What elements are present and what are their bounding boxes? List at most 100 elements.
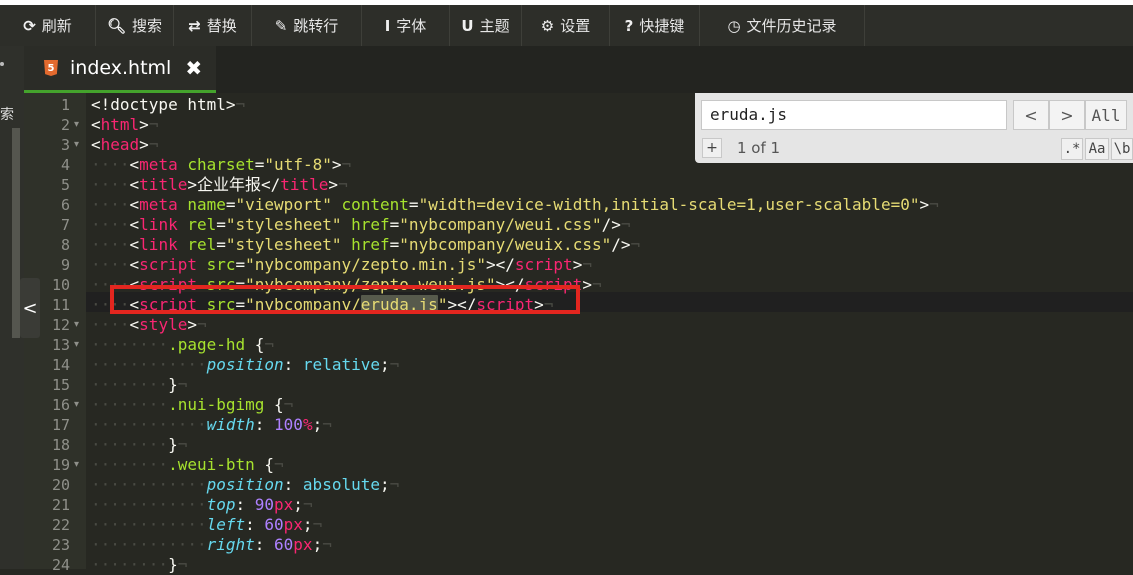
indent-whitespace: ···· <box>91 215 130 234</box>
code-token: : <box>283 475 303 494</box>
toggle-replace-button[interactable]: + <box>702 138 722 158</box>
eol-marker: ¬ <box>264 335 275 354</box>
line-number: 5 <box>60 176 70 194</box>
code-line: ····<style>¬ <box>91 315 207 335</box>
code-token: > <box>187 315 197 334</box>
panel-dot <box>0 62 4 66</box>
toolbar-button-magnet[interactable]: U 主题 <box>450 5 522 46</box>
eol-marker: ¬ <box>235 95 246 114</box>
indent-whitespace: ···· <box>91 235 130 254</box>
panel-scrollbar[interactable] <box>12 128 20 338</box>
code-token: href <box>351 215 390 234</box>
code-token: > <box>328 175 339 194</box>
fold-arrow-icon[interactable]: ▾ <box>74 135 79 155</box>
case-sensitive-toggle[interactable]: Aa <box>1085 138 1109 160</box>
code-token: < <box>129 215 140 234</box>
code-token: .nui-bgimg <box>168 395 265 414</box>
search-all-button[interactable]: All <box>1085 100 1127 130</box>
indent-whitespace: ···· <box>91 315 130 334</box>
code-token: : <box>283 355 303 374</box>
help-icon: ? <box>624 16 634 35</box>
fold-arrow-icon[interactable]: ▾ <box>74 315 79 335</box>
line-number: 16 <box>51 396 70 414</box>
toolbar-label: 刷新 <box>41 17 72 35</box>
line-number: 3 <box>60 136 70 154</box>
code-token: "nybcompany/weuix.css" <box>399 235 612 254</box>
clock-icon: ◷ <box>727 16 741 35</box>
fold-arrow-icon[interactable]: ▾ <box>74 455 79 475</box>
code-token: .weui-btn <box>168 455 255 474</box>
code-editor[interactable]: <!doctype html>¬ <html>¬ <head>¬ ····<meta … <box>91 93 1133 574</box>
toolbar-button-gear[interactable]: ⚙ 设置 <box>522 5 610 46</box>
tab-index-html[interactable]: 5 index.html ✖ <box>24 46 216 93</box>
code-line: ········}¬ <box>91 375 187 395</box>
close-tab-icon[interactable]: ✖ <box>185 56 202 80</box>
code-line: ····<link rel="stylesheet" href="nybcomp… <box>91 235 640 255</box>
fold-arrow-icon[interactable]: ▾ <box>74 335 79 355</box>
code-token: : <box>245 515 265 534</box>
code-token: ; <box>312 535 323 554</box>
fold-arrow-icon[interactable]: ▾ <box>74 115 79 135</box>
eol-marker: ¬ <box>274 455 284 474</box>
code-token: right <box>206 535 255 554</box>
code-token: relative <box>302 355 380 374</box>
code-token: = <box>235 255 246 274</box>
code-line: ····<meta name="viewport" content="width… <box>91 195 939 215</box>
indent-whitespace: ········ <box>91 455 169 474</box>
eol-marker: ¬ <box>322 415 332 434</box>
search-input[interactable]: eruda.js <box>701 100 1007 130</box>
whole-word-toggle[interactable]: \b <box>1111 138 1133 160</box>
eol-marker: ¬ <box>177 555 188 574</box>
code-token: { <box>245 335 265 354</box>
code-token: : <box>254 535 275 554</box>
code-token: = <box>225 195 236 214</box>
eol-marker: ¬ <box>148 135 159 154</box>
search-prev-button[interactable]: < <box>1013 100 1049 130</box>
code-line: ············top: 90px;¬ <box>91 495 313 515</box>
line-number: 19 <box>51 456 70 474</box>
code-token: width <box>206 415 255 434</box>
eol-marker: ¬ <box>341 155 352 174</box>
eol-marker: ¬ <box>582 255 592 274</box>
code-token: position <box>206 355 284 374</box>
eol-marker: ¬ <box>322 535 332 554</box>
code-token: html <box>100 115 140 134</box>
toolbar-label: 设置 <box>560 17 591 35</box>
eol-marker: ¬ <box>929 195 939 214</box>
code-line: ········}¬ <box>91 555 187 575</box>
code-token: "stylesheet" <box>225 215 342 234</box>
code-token: < <box>129 155 140 174</box>
search-next-button[interactable]: > <box>1049 100 1085 130</box>
code-token: { <box>254 455 275 474</box>
toolbar-button-refresh[interactable]: ⟳ 刷新 <box>0 5 96 46</box>
toolbar: ⟳ 刷新 🔍︎ 搜索 ⇄ 替换 ✎ 跳转行 I 字体 U 主题 ⚙ 设置? 快捷键 ◷ 文件历史记录 <box>0 0 1133 46</box>
line-number: 7 <box>60 216 70 234</box>
code-token: < <box>129 175 140 194</box>
code-token: rel <box>187 215 217 234</box>
toolbar-button-font[interactable]: I 字体 <box>362 5 450 46</box>
font-icon: I <box>384 16 391 35</box>
code-token: < <box>129 255 140 274</box>
eol-marker: ¬ <box>177 375 188 394</box>
toolbar-button-help[interactable]: ? 快捷键 <box>610 5 700 46</box>
code-token: charset <box>187 155 255 174</box>
toolbar-button-replace[interactable]: ⇄ 替换 <box>174 5 252 46</box>
line-number: 20 <box>51 476 70 494</box>
code-token: 60 <box>264 515 284 534</box>
toolbar-label: 替换 <box>206 17 237 35</box>
pin-icon: ✎ <box>274 16 288 35</box>
toolbar-button-search[interactable]: 🔍︎ 搜索 <box>96 5 174 46</box>
fold-arrow-icon[interactable]: ▾ <box>74 395 79 415</box>
collapse-panel-button[interactable]: < <box>20 278 40 338</box>
toolbar-button-pin[interactable]: ✎ 跳转行 <box>252 5 362 46</box>
toolbar-button-clock[interactable]: ◷ 文件历史记录 <box>700 5 865 46</box>
code-token: style <box>139 315 188 334</box>
code-token: 60 <box>274 535 294 554</box>
line-number: 8 <box>60 236 70 254</box>
regex-toggle[interactable]: .* <box>1061 138 1083 160</box>
indent-whitespace: ········ <box>91 395 169 414</box>
code-line: ············left: 60px;¬ <box>91 515 322 535</box>
